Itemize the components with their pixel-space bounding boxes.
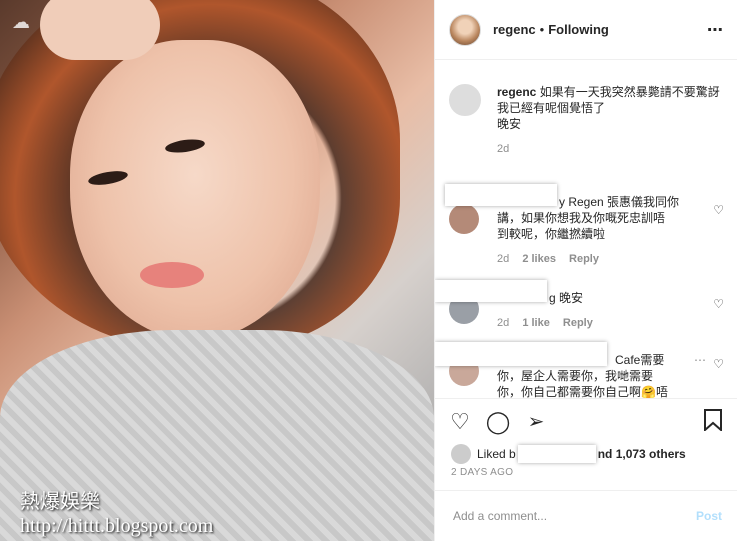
comment-item: g 晚安 2d 1 like Reply ♡ — [435, 280, 724, 331]
liker-avatar[interactable] — [451, 444, 471, 464]
caption-avatar[interactable] — [449, 84, 481, 116]
post-header: regenc • Following ⋯ — [435, 0, 737, 60]
likes-summary: Liked b nd 1,073 others — [451, 444, 686, 464]
caption-time[interactable]: 2d — [497, 143, 509, 155]
post-actions: ♡ ◯ ➢ — [435, 398, 737, 445]
photo-face — [70, 40, 320, 340]
comment-more-icon[interactable]: ⋯ — [694, 352, 706, 368]
photo-lips — [140, 262, 204, 288]
comment-bubble-icon[interactable]: ◯ — [485, 409, 511, 435]
watermark: 熱爆娛樂 http://hittt.blogspot.com — [20, 490, 213, 538]
redaction-box — [517, 445, 596, 463]
caption-line-1: 如果有一天我突然暴斃請不要驚訝 — [539, 85, 720, 99]
comment-item: y Regen 張惠儀我同你 講，如果你想我及你嘅死忠訓唔 到較呢，你繼撚續啦 … — [445, 184, 724, 267]
header-separator: • — [539, 22, 545, 37]
comment-text-line-2: 講，如果你想我及你嘅死忠訓唔 — [497, 211, 666, 225]
like-heart-icon[interactable]: ♡ — [447, 409, 473, 435]
comment-text-line-2: 你，屋企人需要你，我哋需要 — [497, 369, 654, 383]
caption-line-3: 晚安 — [497, 117, 522, 131]
comment-like-icon[interactable]: ♡ — [713, 296, 724, 312]
comments-list[interactable]: regenc 如果有一天我突然暴斃請不要驚訝 我已經有呢個覺悟了 晚安 2d y… — [435, 72, 737, 398]
redaction-box — [445, 184, 557, 206]
likes-count[interactable]: nd 1,073 others — [598, 447, 686, 461]
likes-prefix: Liked b — [477, 447, 516, 461]
comment-likes[interactable]: 2 likes — [522, 253, 556, 265]
post-timestamp[interactable]: 2 DAYS AGO — [451, 467, 513, 478]
more-options-icon[interactable]: ⋯ — [707, 20, 724, 40]
photo-hand — [40, 0, 160, 60]
cloud-download-icon[interactable]: ☁ — [12, 12, 36, 32]
comment-text-line-3: 到較呢，你繼撚續啦 — [497, 227, 606, 241]
comment-time[interactable]: 2d — [497, 317, 509, 329]
watermark-url: http://hittt.blogspot.com — [20, 515, 214, 537]
comment-text-line-3: 你，你自己都需要你自己啊🤗唔 — [497, 385, 668, 398]
share-paper-plane-icon[interactable]: ➢ — [523, 409, 549, 435]
add-comment-input[interactable] — [451, 508, 696, 524]
caption-username[interactable]: regenc — [497, 85, 536, 99]
comment-time[interactable]: 2d — [497, 253, 509, 265]
post-photo[interactable]: ☁ 熱爆娛樂 http://hittt.blogspot.com — [0, 0, 434, 541]
author-username[interactable]: regenc — [493, 22, 536, 37]
caption-line-2: 我已經有呢個覺悟了 — [497, 101, 606, 115]
following-button[interactable]: Following — [548, 22, 609, 37]
comment-item: Cafe需要 你，屋企人需要你，我哋需要 你，你自己都需要你自己啊🤗唔 ♡ ⋯ — [435, 342, 724, 398]
caption: regenc 如果有一天我突然暴斃請不要驚訝 我已經有呢個覺悟了 晚安 2d — [449, 84, 724, 157]
add-comment-bar: Post — [435, 490, 737, 541]
reply-button[interactable]: Reply — [563, 317, 593, 329]
comment-like-icon[interactable]: ♡ — [713, 356, 724, 372]
post-side-panel: regenc • Following ⋯ regenc 如果有一天我突然暴斃請不… — [434, 0, 737, 541]
redaction-box — [435, 342, 607, 366]
bookmark-icon[interactable] — [700, 409, 726, 435]
commenter-avatar[interactable] — [449, 204, 479, 234]
author-avatar[interactable] — [449, 13, 481, 46]
watermark-title: 熱爆娛樂 — [20, 491, 100, 513]
post-comment-button[interactable]: Post — [696, 509, 722, 523]
comment-like-icon[interactable]: ♡ — [713, 202, 724, 218]
redaction-box — [435, 280, 547, 302]
comment-likes[interactable]: 1 like — [522, 317, 550, 329]
reply-button[interactable]: Reply — [569, 253, 599, 265]
